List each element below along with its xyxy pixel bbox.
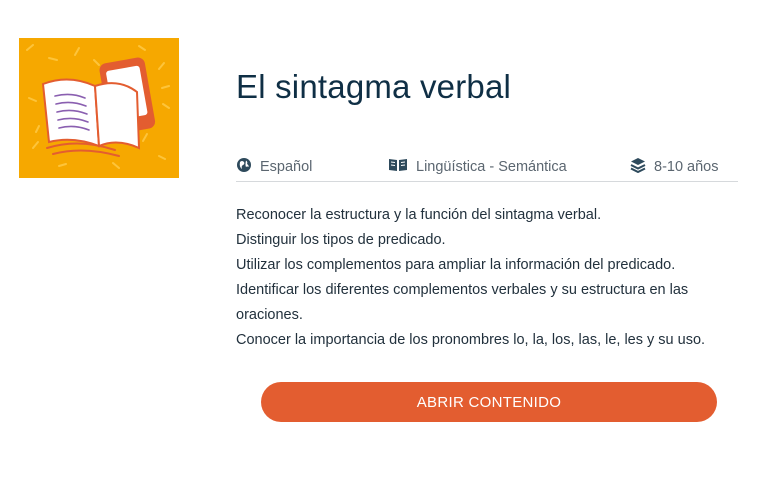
layers-icon — [630, 157, 646, 177]
objective-line: oraciones. — [236, 307, 303, 323]
course-meta-bar: Español Lingüística - Semántica 8-10 año… — [236, 154, 738, 182]
language-info: Español — [236, 157, 312, 177]
page-title: El sintagma verbal — [236, 68, 512, 105]
open-book-icon — [388, 157, 408, 177]
objective-line: Reconocer la estructura y la función del… — [236, 207, 602, 223]
objectives-list: Reconocer la estructura y la función del… — [236, 203, 706, 353]
objective-line: Utilizar los complementos para ampliar l… — [236, 257, 676, 273]
course-thumbnail — [19, 38, 179, 178]
objective-line: Identificar los diferentes complementos … — [236, 282, 689, 298]
objective-line: Conocer la importancia de los pronombres… — [236, 332, 706, 348]
language-label: Español — [260, 159, 313, 175]
book-tablet-illustration-icon — [26, 44, 170, 169]
area-label: Lingüística - Semántica — [416, 159, 567, 175]
age-info: 8-10 años — [630, 157, 719, 177]
area-info: Lingüística - Semántica — [388, 157, 567, 177]
age-label: 8-10 años — [654, 159, 719, 175]
globe-icon — [236, 157, 252, 177]
objective-line: Distinguir los tipos de predicado. — [236, 232, 446, 248]
open-content-button[interactable]: ABRIR CONTENIDO — [261, 382, 717, 422]
